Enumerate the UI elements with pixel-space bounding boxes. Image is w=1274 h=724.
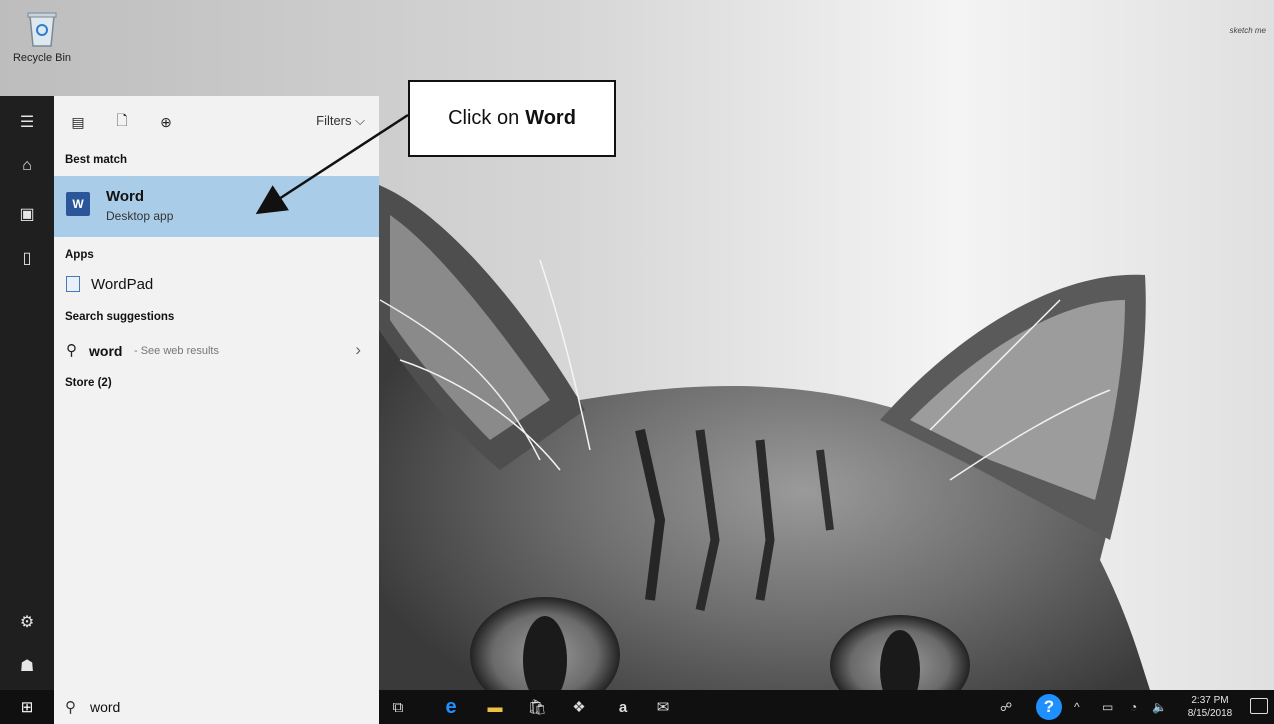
volume-icon[interactable]: 🔈 (1152, 690, 1167, 724)
help-circle-icon: ? (1036, 694, 1062, 720)
web-filter-icon[interactable]: ⊕ (156, 112, 176, 132)
search-suggestions-heading: Search suggestions (65, 311, 175, 323)
filters-dropdown[interactable]: Filters ⌵ (316, 113, 365, 129)
search-results-panel: ▤ 🗋 ⊕ Filters ⌵ Best match W Word Deskto… (54, 96, 379, 690)
wordpad-result[interactable]: WordPad (54, 272, 379, 298)
edge-browser-icon[interactable]: e (440, 696, 462, 718)
best-match-word-result[interactable]: W Word Desktop app (54, 176, 379, 237)
desktop-corner-text: sketch me (1229, 26, 1266, 35)
action-center-icon[interactable] (1250, 698, 1268, 714)
hamburger-menu-icon[interactable]: ☰ (0, 104, 54, 140)
recycle-bin-icon (25, 10, 59, 48)
clock[interactable]: 2:37 PM 8/15/2018 (1182, 694, 1238, 720)
start-menu-rail: ☰ ⌂ ▣ ▯ ⚙ ☗ (0, 96, 54, 690)
best-match-title: Word (106, 188, 145, 205)
filters-bar: ▤ 🗋 ⊕ Filters ⌵ (54, 96, 379, 146)
home-icon[interactable]: ⌂ (0, 148, 54, 184)
documents-filter-icon[interactable]: 🗋 (112, 112, 132, 132)
best-match-subtitle: Desktop app (106, 209, 174, 223)
people-icon[interactable]: ☍ (1000, 690, 1012, 724)
best-match-heading: Best match (65, 154, 127, 166)
wordpad-label: WordPad (91, 276, 154, 293)
dropbox-icon[interactable]: ❖ (568, 696, 590, 718)
suggestion-query: word (89, 343, 123, 359)
apps-filter-icon[interactable]: ▤ (68, 112, 88, 132)
recycle-bin-shortcut[interactable]: Recycle Bin (12, 10, 72, 64)
suggestion-hint: - See web results (134, 345, 219, 357)
taskbar-search-box[interactable]: ⚲ (54, 690, 379, 724)
settings-gear-icon[interactable]: ⚙ (0, 604, 54, 640)
device-icon[interactable]: ▯ (0, 240, 54, 276)
file-explorer-icon[interactable]: ▬ (484, 696, 506, 718)
search-icon: ⚲ (66, 342, 77, 359)
help-icon[interactable]: ? (1036, 690, 1062, 724)
clock-time: 2:37 PM (1191, 695, 1229, 706)
chevron-down-icon: ⌵ (355, 113, 365, 128)
task-view-icon[interactable]: ⧉ (387, 696, 409, 718)
callout-prefix: Click on (448, 107, 520, 129)
taskbar: ⊞ ⚲ ⧉ e ▬ 🛍 ❖ a ✉ ☍ ? ^ ▭ ◔ 🔈 2:37 PM 8/… (0, 690, 1274, 724)
store-icon[interactable]: 🛍 (526, 696, 548, 718)
store-heading[interactable]: Store (2) (65, 377, 112, 389)
web-search-suggestion[interactable]: ⚲ word - See web results › (54, 337, 379, 365)
search-icon: ⚲ (65, 699, 76, 716)
feedback-icon[interactable]: ☗ (0, 648, 54, 684)
apps-heading: Apps (65, 249, 94, 261)
wifi-icon[interactable]: ◔ (1130, 690, 1137, 724)
amazon-icon[interactable]: a (612, 696, 634, 718)
notebook-icon[interactable]: ▣ (0, 196, 54, 232)
word-app-icon: W (66, 192, 90, 216)
wordpad-icon (66, 276, 80, 292)
callout-bold: Word (525, 107, 576, 129)
recycle-bin-label: Recycle Bin (12, 52, 72, 64)
chevron-right-icon: › (355, 340, 361, 359)
instruction-callout: Click on Word (408, 80, 616, 157)
filters-label: Filters (316, 113, 352, 128)
clock-date: 8/15/2018 (1187, 708, 1233, 719)
battery-icon[interactable]: ▭ (1102, 690, 1113, 724)
chevron-up-icon[interactable]: ^ (1074, 690, 1080, 724)
search-input[interactable] (90, 697, 360, 717)
mail-icon[interactable]: ✉ (652, 696, 674, 718)
start-windows-icon[interactable]: ⊞ (0, 690, 54, 724)
